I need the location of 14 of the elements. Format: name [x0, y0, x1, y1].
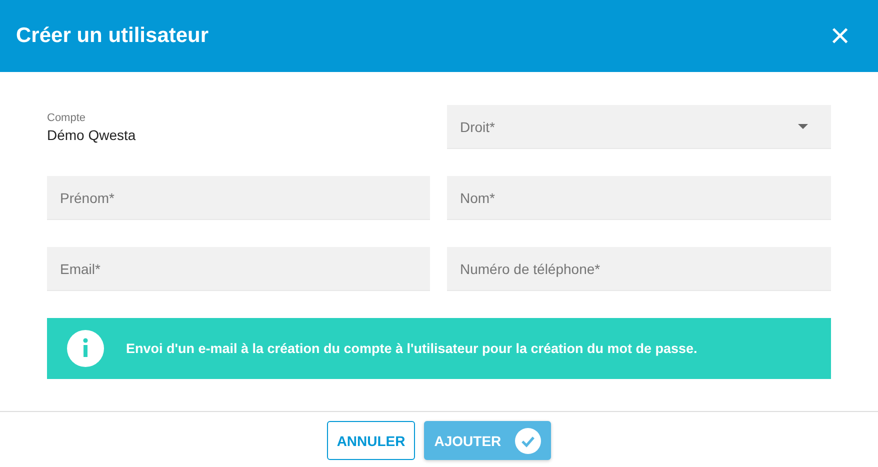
close-button[interactable]: ×	[828, 19, 852, 53]
info-icon	[67, 330, 104, 367]
input-field[interactable]: Email*	[47, 247, 430, 291]
info-message: Envoi d'un e-mail à la création du compte à l'utilisateur pour la création du mot de passe.	[126, 341, 698, 356]
input-field[interactable]: Nom*	[447, 176, 831, 220]
dialog-title: Créer un utilisateur	[16, 24, 209, 48]
account-value: Démo Qwesta	[47, 126, 137, 142]
input-field[interactable]: Numéro de téléphone*	[447, 247, 831, 291]
input-field[interactable]: Prénom*	[47, 176, 430, 220]
check-icon	[515, 428, 542, 454]
cancel-button[interactable]: ANNULER	[326, 421, 416, 460]
account-label: Compte	[47, 112, 87, 124]
select-field[interactable]: Droit*	[447, 105, 831, 149]
caret-icon	[798, 124, 808, 129]
